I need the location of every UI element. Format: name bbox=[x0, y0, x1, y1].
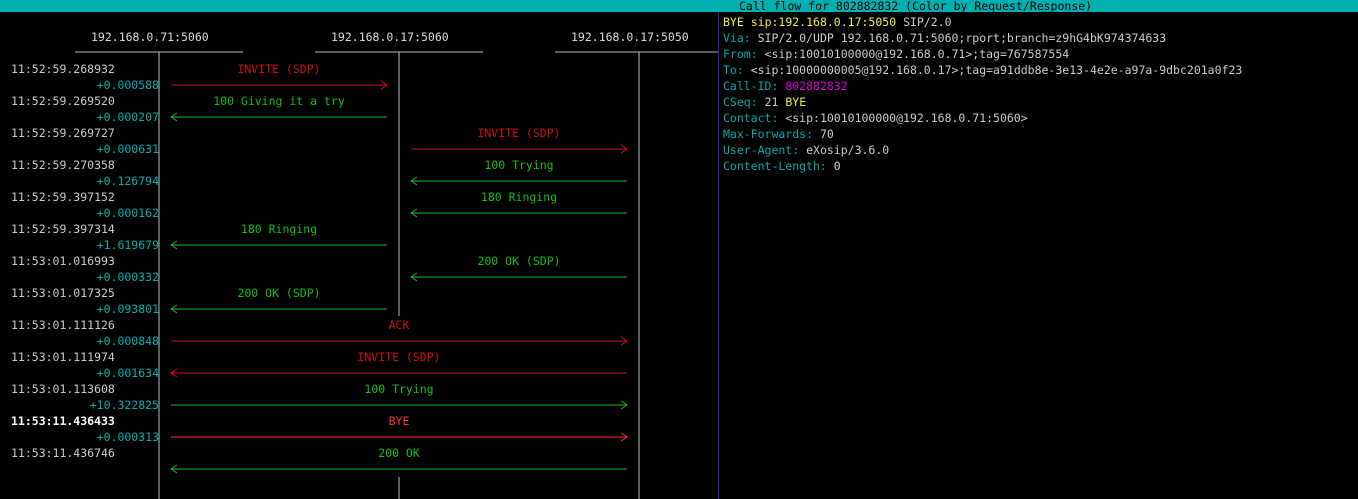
message-label[interactable]: 200 OK (SDP) bbox=[411, 254, 627, 268]
message-delta: +0.126794 bbox=[96, 174, 159, 188]
raw-header-via: Via: SIP/2.0/UDP 192.168.0.71:5060;rport… bbox=[723, 30, 1353, 46]
window-title: Call flow for 802882832 (Color by Reques… bbox=[739, 0, 1093, 12]
message-timestamp: 11:52:59.269727 bbox=[11, 126, 115, 140]
header-name: Max-Forwards: bbox=[723, 127, 814, 141]
header-value: <sip:10010100000@192.168.0.71>;tag=76758… bbox=[764, 47, 1070, 61]
header-name: To: bbox=[723, 63, 744, 77]
message-delta: +1.619679 bbox=[96, 238, 159, 252]
cseq-method: BYE bbox=[785, 95, 807, 109]
message-timestamp: 11:53:11.436746 bbox=[11, 446, 115, 460]
header-value: <sip:10010100000@192.168.0.71:5060> bbox=[785, 111, 1028, 125]
raw-sip-version: SIP/2.0 bbox=[903, 15, 952, 29]
message-delta: +0.000332 bbox=[96, 270, 159, 284]
message-delta: +0.000162 bbox=[96, 206, 159, 220]
message-label[interactable]: 180 Ringing bbox=[411, 190, 627, 204]
header-name: Via: bbox=[723, 31, 751, 45]
message-label[interactable]: 180 Ringing bbox=[171, 222, 387, 236]
title-bar: Call flow for 802882832 (Color by Reques… bbox=[0, 0, 1358, 12]
raw-method: BYE bbox=[723, 15, 744, 29]
header-value: 0 bbox=[833, 159, 841, 173]
call-flow-panel[interactable]: 192.168.0.71:5060 192.168.0.17:5060 192.16… bbox=[0, 12, 718, 499]
message-label[interactable]: INVITE (SDP) bbox=[171, 350, 627, 364]
host-header: 192.168.0.17:5060 bbox=[331, 30, 449, 44]
host-header: 192.168.0.71:5060 bbox=[91, 30, 209, 44]
host-header: 192.168.0.17:5050 bbox=[571, 30, 689, 44]
message-label[interactable]: 100 Giving it a try bbox=[171, 94, 387, 108]
header-value: 70 bbox=[819, 127, 834, 141]
raw-message-panel: BYE sip:192.168.0.17:5050 SIP/2.0 Via: S… bbox=[723, 14, 1353, 174]
header-name: User-Agent: bbox=[723, 143, 800, 157]
header-value: <sip:10000000005@192.168.0.17>;tag=a91dd… bbox=[750, 63, 1243, 77]
message-label[interactable]: 200 OK bbox=[171, 446, 627, 460]
header-name: Call-ID: bbox=[723, 79, 779, 93]
raw-start-line: BYE sip:192.168.0.17:5050 SIP/2.0 bbox=[723, 14, 1353, 30]
message-label[interactable]: 200 OK (SDP) bbox=[171, 286, 387, 300]
message-timestamp: 11:52:59.269520 bbox=[11, 94, 115, 108]
raw-header-content-length: Content-Length: 0 bbox=[723, 158, 1353, 174]
message-label[interactable]: INVITE (SDP) bbox=[411, 126, 627, 140]
raw-header-user-agent: User-Agent: eXosip/3.6.0 bbox=[723, 142, 1353, 158]
header-name: Contact: bbox=[723, 111, 779, 125]
message-timestamp: 11:53:01.111974 bbox=[11, 350, 115, 364]
raw-header-from: From: <sip:10010100000@192.168.0.71>;tag… bbox=[723, 46, 1353, 62]
raw-header-call-id: Call-ID: 802882832 bbox=[723, 78, 1353, 94]
message-timestamp: 11:52:59.397314 bbox=[11, 222, 115, 236]
message-timestamp: 11:53:01.113608 bbox=[11, 382, 115, 396]
raw-request-uri: sip:192.168.0.17:5050 bbox=[750, 15, 897, 29]
message-delta: +0.000631 bbox=[96, 142, 159, 156]
message-timestamp: 11:53:01.017325 bbox=[11, 286, 115, 300]
message-timestamp: 11:53:11.436433 bbox=[11, 414, 115, 428]
message-delta: +0.000848 bbox=[96, 334, 159, 348]
header-name: CSeq: bbox=[723, 95, 758, 109]
message-delta: +0.093801 bbox=[96, 302, 159, 316]
header-value: SIP/2.0/UDP 192.168.0.71:5060;rport;bran… bbox=[757, 31, 1167, 45]
message-delta: +0.001634 bbox=[96, 366, 159, 380]
cseq-number: 21 bbox=[764, 95, 779, 109]
raw-header-max-forwards: Max-Forwards: 70 bbox=[723, 126, 1353, 142]
message-timestamp: 11:53:01.016993 bbox=[11, 254, 115, 268]
message-delta: +0.000588 bbox=[96, 78, 159, 92]
header-name: Content-Length: bbox=[723, 159, 827, 173]
raw-header-to: To: <sip:10000000005@192.168.0.17>;tag=a… bbox=[723, 62, 1353, 78]
message-label[interactable]: ACK bbox=[171, 318, 627, 332]
raw-header-cseq: CSeq: 21 BYE bbox=[723, 94, 1353, 110]
message-label[interactable]: INVITE (SDP) bbox=[171, 62, 387, 76]
header-name: From: bbox=[723, 47, 758, 61]
message-delta: +0.000207 bbox=[96, 110, 159, 124]
header-value: eXosip/3.6.0 bbox=[806, 143, 890, 157]
message-timestamp: 11:52:59.268932 bbox=[11, 62, 115, 76]
message-label[interactable]: 100 Trying bbox=[411, 158, 627, 172]
message-timestamp: 11:52:59.397152 bbox=[11, 190, 115, 204]
message-timestamp: 11:53:01.111126 bbox=[11, 318, 115, 332]
message-label[interactable]: BYE bbox=[171, 414, 627, 428]
header-value: 802882832 bbox=[785, 79, 848, 93]
message-timestamp: 11:52:59.270358 bbox=[11, 158, 115, 172]
message-label[interactable]: 100 Trying bbox=[171, 382, 627, 396]
raw-header-contact: Contact: <sip:10010100000@192.168.0.71:5… bbox=[723, 110, 1353, 126]
message-delta: +10.322825 bbox=[89, 398, 159, 412]
message-delta: +0.000313 bbox=[96, 430, 159, 444]
panel-divider bbox=[718, 12, 719, 499]
